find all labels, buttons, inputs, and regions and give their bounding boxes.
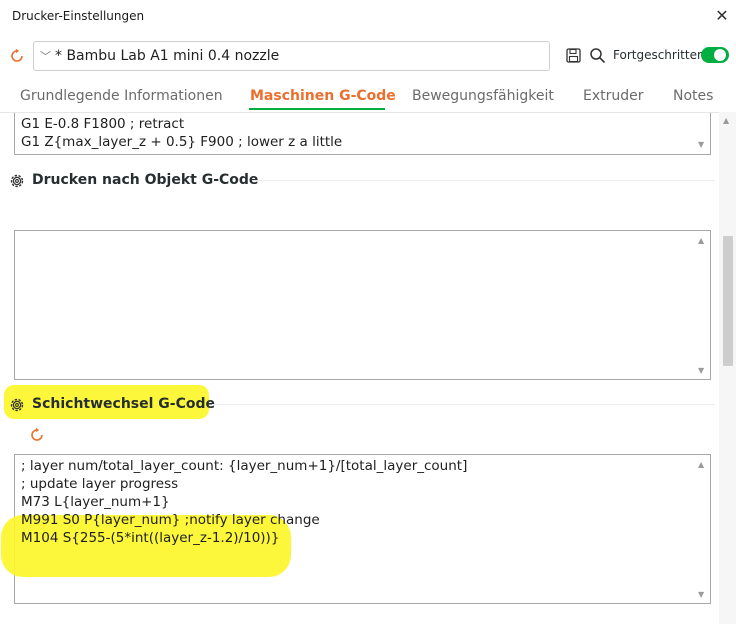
code-line: M73 L{layer_num+1} [21, 494, 170, 510]
preset-row: ﹀ * Bambu Lab A1 mini 0.4 nozzle Fortges… [0, 38, 736, 74]
chevron-down-icon: ﹀ [40, 50, 51, 63]
scrollbar-thumb[interactable] [723, 236, 733, 366]
code-line: M991 S0 P{layer_num} ;notify layer chang… [21, 512, 320, 528]
code-line: M104 S{255-(5*int((layer_z-1.2)/10))} [21, 530, 280, 546]
preset-select[interactable]: ﹀ * Bambu Lab A1 mini 0.4 nozzle [33, 41, 550, 71]
advanced-toggle[interactable] [701, 47, 729, 63]
window-scrollbar[interactable]: ▲ [719, 112, 736, 624]
section-title: Drucken nach Objekt G-Code [32, 172, 259, 188]
tab-notes[interactable]: Notes [673, 88, 713, 104]
active-tab-indicator [249, 108, 385, 110]
tab-machine-gcode[interactable]: Maschinen G-Code [250, 88, 396, 104]
gear-icon [10, 174, 24, 188]
code-line: G1 Z{max_layer_z + 0.5} F900 ; lower z a… [21, 134, 343, 150]
code-line: ; update layer progress [21, 476, 179, 492]
title-bar: Drucker-Einstellungen ✕ [0, 0, 736, 32]
tab-bar: Grundlegende Informationen Maschinen G-C… [0, 80, 736, 112]
tab-basic-information[interactable]: Grundlegende Informationen [20, 88, 223, 104]
preset-name: * Bambu Lab A1 mini 0.4 nozzle [55, 48, 280, 64]
scroll-down-arrow[interactable]: ▼ [698, 140, 704, 149]
reset-icon[interactable] [9, 48, 25, 64]
tab-motion-ability[interactable]: Bewegungsfähigkeit [412, 88, 554, 104]
code-line: ; layer num/total_layer_count: {layer_nu… [21, 458, 468, 474]
tab-extruder[interactable]: Extruder [583, 88, 644, 104]
scroll-up-arrow[interactable]: ▲ [698, 236, 704, 245]
scroll-down-arrow[interactable]: ▼ [698, 366, 704, 375]
advanced-label: Fortgeschritten [613, 48, 705, 62]
settings-content[interactable]: G1 E-0.8 F1800 ; retract G1 Z{max_layer_… [0, 112, 736, 624]
code-line: G1 E-0.8 F1800 ; retract [21, 116, 185, 132]
reset-icon[interactable] [29, 427, 45, 443]
scroll-up-arrow[interactable]: ▲ [698, 460, 704, 469]
end-gcode-editor[interactable]: G1 E-0.8 F1800 ; retract G1 Z{max_layer_… [14, 113, 711, 155]
layer-change-gcode-editor[interactable]: ; layer num/total_layer_count: {layer_nu… [1, 454, 711, 604]
window-title: Drucker-Einstellungen [12, 9, 145, 23]
after-object-gcode-editor[interactable]: ▲ ▼ [14, 230, 711, 380]
gear-icon [10, 398, 24, 412]
search-icon[interactable] [589, 47, 606, 64]
scroll-down-arrow[interactable]: ▼ [698, 590, 704, 599]
scroll-up-arrow[interactable]: ▲ [723, 116, 729, 125]
close-icon[interactable]: ✕ [712, 6, 732, 26]
section-divider [212, 404, 715, 405]
toggle-knob [714, 49, 726, 61]
section-divider [252, 180, 715, 181]
section-title: Schichtwechsel G-Code [32, 396, 216, 412]
save-icon[interactable] [566, 48, 581, 63]
